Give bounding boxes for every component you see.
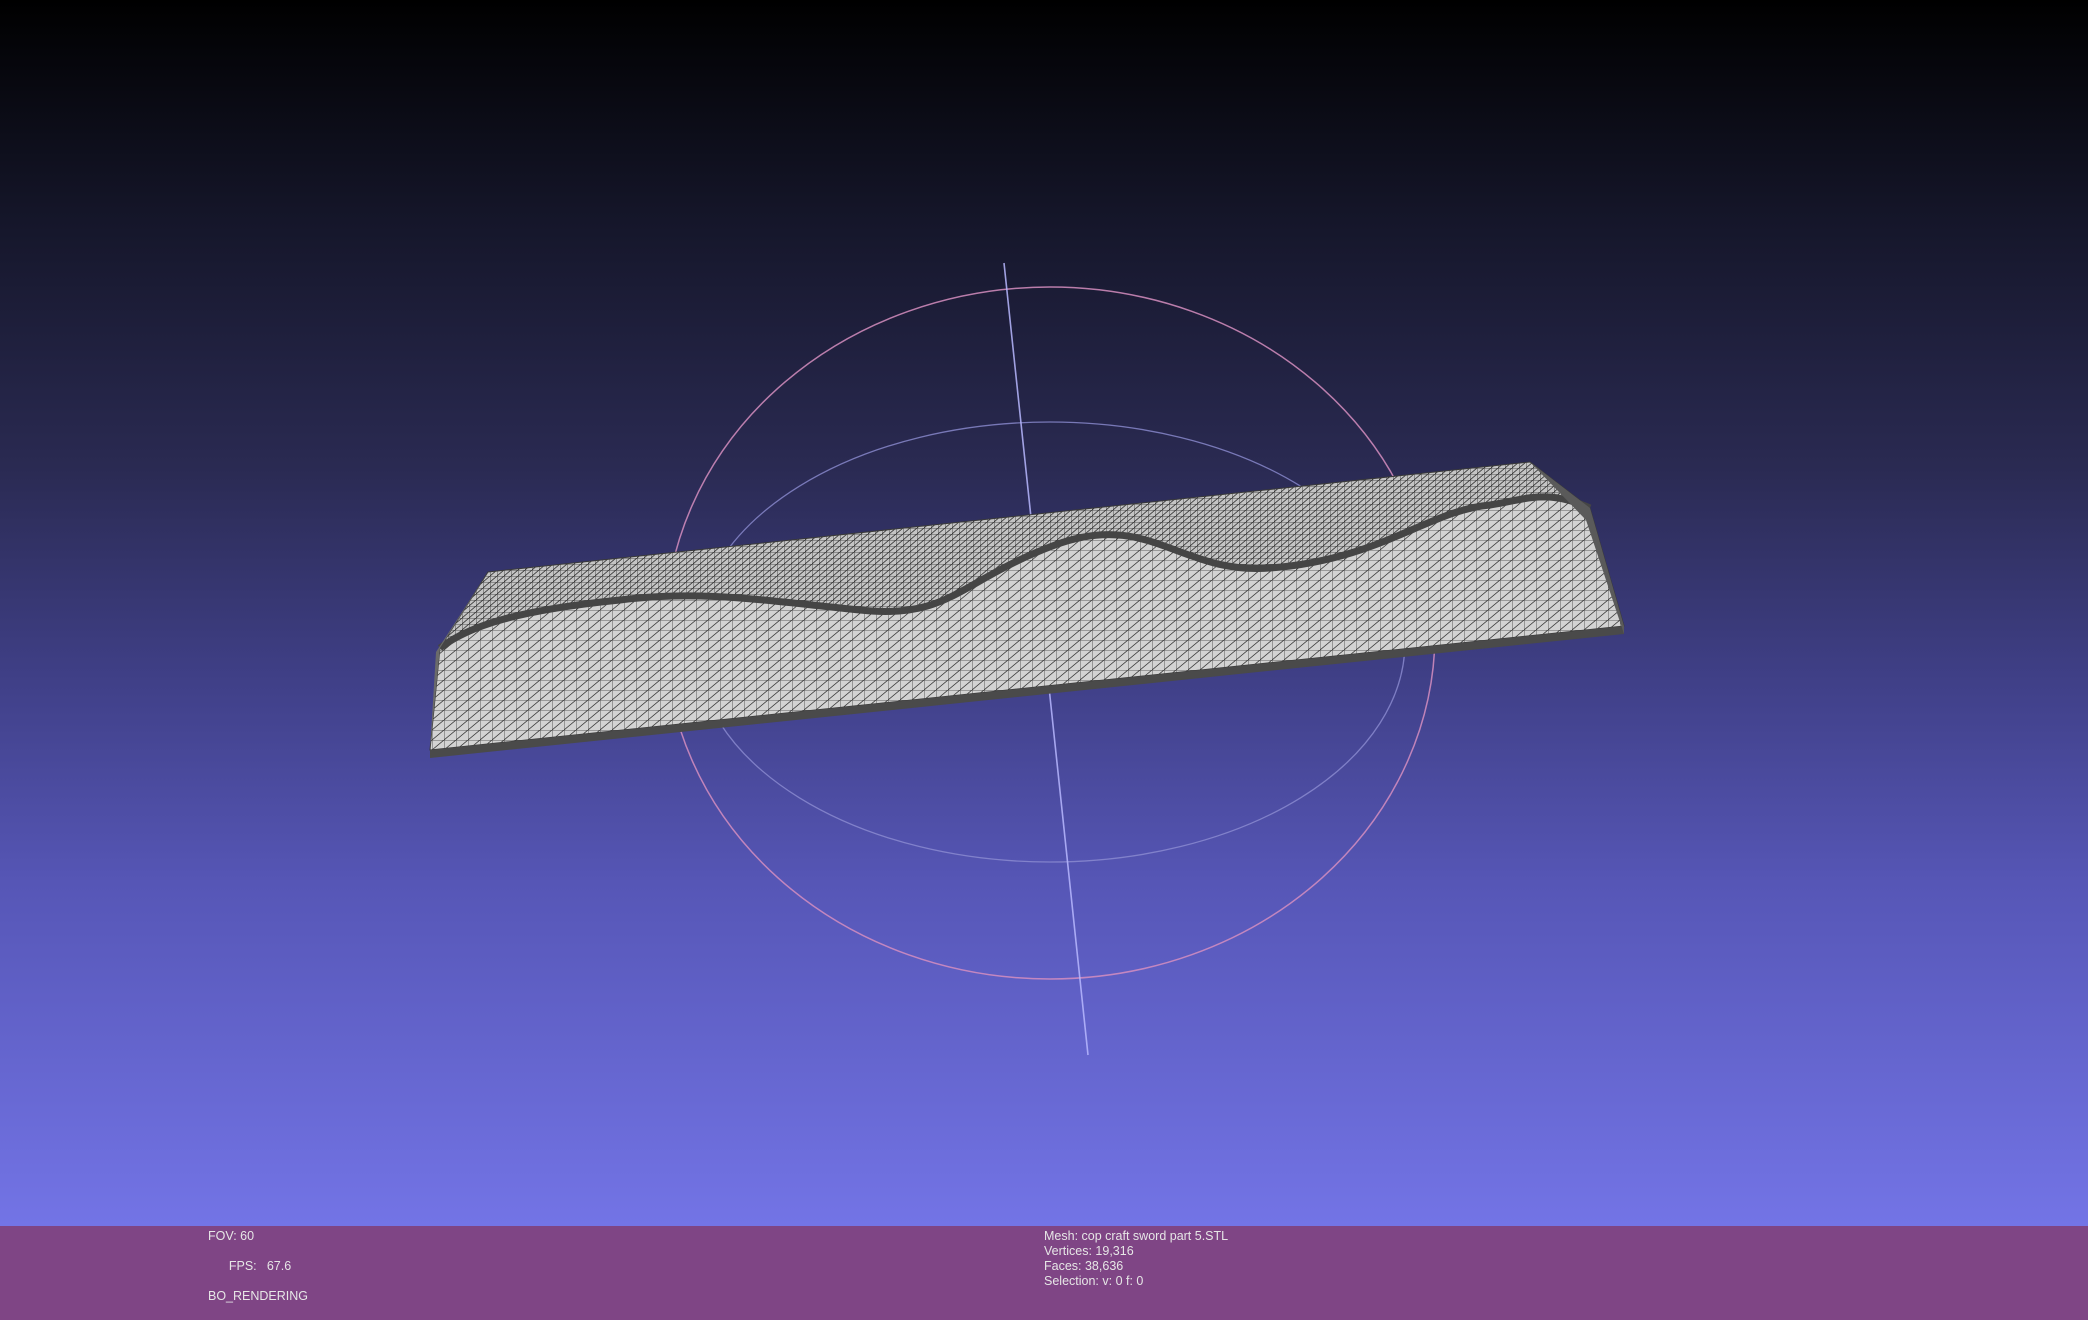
mesh-info-panel: Mesh: cop craft sword part 5.STL Vertice… bbox=[1044, 1229, 1228, 1289]
fps-label: FPS: bbox=[228, 1259, 257, 1273]
mesh-name-text: Mesh: cop craft sword part 5.STL bbox=[1044, 1229, 1229, 1243]
fov-text: FOV: 60 bbox=[208, 1229, 255, 1243]
fps-value: 67.6 bbox=[266, 1259, 292, 1273]
vertices-count-text: Vertices: 19,316 bbox=[1044, 1244, 1134, 1258]
render-info-panel: FOV: 60 FPS: 67.6 BO_RENDERING bbox=[208, 1229, 308, 1304]
3d-viewport[interactable] bbox=[0, 0, 2088, 1226]
mesh-model bbox=[429, 461, 1625, 758]
scene-canvas[interactable] bbox=[0, 0, 2088, 1226]
render-mode-text: BO_RENDERING bbox=[208, 1289, 309, 1303]
status-infobar: FOV: 60 FPS: 67.6 BO_RENDERING Mesh: cop … bbox=[0, 1226, 2088, 1320]
selection-text: Selection: v: 0 f: 0 bbox=[1044, 1274, 1144, 1288]
fps-row: FPS: 67.6 bbox=[208, 1244, 308, 1289]
faces-count-text: Faces: 38,636 bbox=[1044, 1259, 1124, 1273]
